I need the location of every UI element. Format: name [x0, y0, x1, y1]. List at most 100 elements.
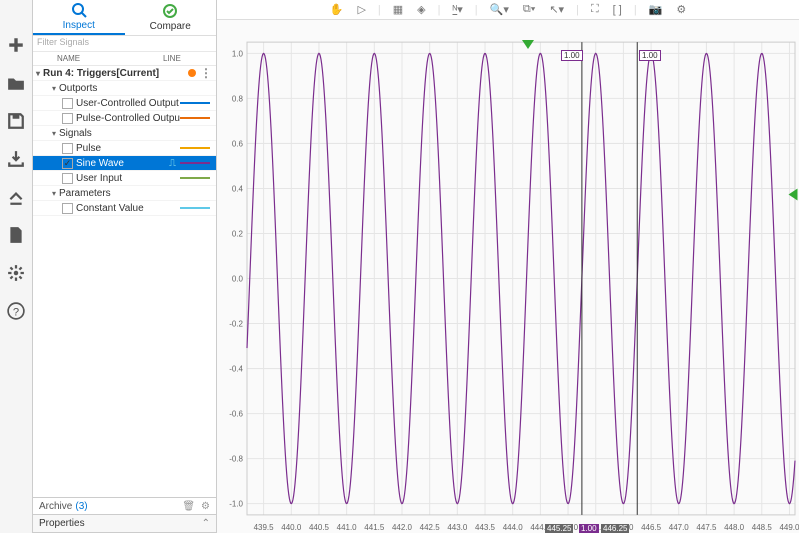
tab-label: Inspect — [63, 20, 95, 31]
svg-text:449.0: 449.0 — [779, 523, 799, 532]
cursor-icon[interactable]: ↖▾ — [547, 1, 566, 18]
line-swatch — [180, 207, 210, 209]
gear-icon[interactable]: ⚙ — [201, 501, 210, 512]
more-icon[interactable]: ⋮ — [200, 66, 212, 80]
signal-label: Constant Value — [76, 203, 180, 214]
trash-icon[interactable]: 🗑 — [182, 501, 195, 512]
filter-signals-input[interactable]: Filter Signals — [33, 36, 216, 52]
line-swatch — [180, 147, 210, 149]
svg-text:444.0: 444.0 — [503, 523, 524, 532]
signal-pulse[interactable]: Pulse — [33, 141, 216, 156]
save-icon[interactable] — [6, 111, 26, 131]
signal-user-out[interactable]: User-Controlled Output — [33, 96, 216, 111]
svg-text:442.5: 442.5 — [420, 523, 441, 532]
add-icon[interactable] — [6, 35, 26, 55]
checkbox[interactable] — [62, 143, 73, 154]
fit-icon[interactable]: [ ] — [611, 2, 624, 18]
region-icon[interactable]: ⧉▾ — [521, 1, 537, 18]
chart-svg: 439.5440.0440.5441.0441.5442.0442.5443.0… — [217, 20, 799, 533]
signal-label: Pulse — [76, 143, 180, 154]
svg-text:447.0: 447.0 — [669, 523, 690, 532]
signal-label: User Input — [76, 173, 180, 184]
signal-label: Pulse-Controlled Output — [76, 113, 180, 124]
group-outports[interactable]: ▾ Outports — [33, 81, 216, 96]
document-icon[interactable] — [6, 225, 26, 245]
svg-text:1.0: 1.0 — [232, 49, 244, 58]
signal-const[interactable]: Constant Value — [33, 201, 216, 216]
cursor-value-1: 1.00 — [561, 50, 583, 61]
snapshot-icon[interactable]: 📷 — [647, 1, 665, 18]
cursor-value-2: 1.00 — [639, 50, 661, 61]
svg-text:0.2: 0.2 — [232, 229, 244, 238]
svg-text:448.5: 448.5 — [752, 523, 773, 532]
checkbox[interactable] — [62, 203, 73, 214]
tab-inspect[interactable]: Inspect — [33, 0, 125, 35]
mode-tabs: Inspect Compare — [33, 0, 216, 36]
plot-area[interactable]: 439.5440.0440.5441.0441.5442.0442.5443.0… — [217, 20, 799, 533]
run-row[interactable]: ▾ Run 4: Triggers[Current] ⋮ — [33, 66, 216, 81]
play-icon[interactable]: ▷ — [355, 1, 367, 18]
left-toolbar: ? — [0, 0, 33, 533]
checkbox[interactable] — [62, 158, 73, 169]
signal-label: User-Controlled Output — [76, 98, 180, 109]
waveform-icon[interactable]: ᴺ▾ — [451, 1, 465, 18]
status-dot-icon — [188, 69, 196, 77]
svg-text:441.5: 441.5 — [364, 523, 385, 532]
cursor-marker-top[interactable] — [522, 40, 534, 49]
svg-text:443.5: 443.5 — [475, 523, 496, 532]
settings-icon[interactable] — [6, 263, 26, 283]
signal-type-icon: ⎍ — [169, 158, 176, 169]
line-swatch — [180, 162, 210, 164]
side-panel: Inspect Compare Filter Signals NAME LINE… — [33, 0, 217, 533]
main-area: ✋ ▷ | ▦ ◈ | ᴺ▾ | 🔍▾ ⧉▾ ↖▾ | ⛶ [ ] | 📷 ⚙ … — [217, 0, 799, 533]
svg-text:-0.8: -0.8 — [229, 455, 243, 464]
checkbox[interactable] — [62, 98, 73, 109]
collapse-icon[interactable]: ▾ — [49, 189, 59, 198]
svg-text:0.8: 0.8 — [232, 94, 244, 103]
checkbox[interactable] — [62, 113, 73, 124]
expand-icon[interactable]: ⛶ — [589, 1, 601, 18]
pan-icon[interactable]: ✋ — [328, 1, 346, 18]
collapse-icon[interactable]: ▾ — [49, 129, 59, 138]
column-headers: NAME LINE — [33, 52, 216, 66]
group-signals[interactable]: ▾ Signals — [33, 126, 216, 141]
svg-text:447.5: 447.5 — [696, 523, 717, 532]
signal-user-in[interactable]: User Input — [33, 171, 216, 186]
cursor-marker-right[interactable] — [789, 189, 798, 201]
signal-sine[interactable]: Sine Wave ⎍ — [33, 156, 216, 171]
signal-tree: ▾ Run 4: Triggers[Current] ⋮ ▾ Outports … — [33, 66, 216, 497]
import-icon[interactable] — [6, 149, 26, 169]
archive-section[interactable]: Archive (3) 🗑 ⚙ — [33, 497, 216, 515]
svg-text:0.6: 0.6 — [232, 139, 244, 148]
grid-icon[interactable]: ▦ — [391, 1, 405, 18]
group-parameters[interactable]: ▾ Parameters — [33, 186, 216, 201]
collapse-icon[interactable]: ▾ — [49, 84, 59, 93]
line-swatch — [180, 102, 210, 104]
line-swatch — [180, 177, 210, 179]
svg-text:439.5: 439.5 — [254, 523, 275, 532]
help-icon[interactable]: ? — [6, 301, 26, 321]
folder-icon[interactable] — [6, 73, 26, 93]
checkbox[interactable] — [62, 173, 73, 184]
collapse-icon[interactable]: ▾ — [33, 69, 43, 78]
svg-text:0.4: 0.4 — [232, 184, 244, 193]
svg-text:446.5: 446.5 — [641, 523, 662, 532]
svg-text:-0.2: -0.2 — [229, 320, 243, 329]
group-label: Parameters — [59, 188, 216, 199]
properties-label: Properties — [39, 518, 85, 529]
signal-label: Sine Wave — [76, 158, 169, 169]
clear-icon[interactable]: ◈ — [415, 1, 427, 18]
chevron-up-icon[interactable]: ⌃ — [202, 518, 210, 529]
svg-text:441.0: 441.0 — [337, 523, 358, 532]
signal-pulse-out[interactable]: Pulse-Controlled Output — [33, 111, 216, 126]
tab-compare[interactable]: Compare — [125, 0, 217, 35]
archive-actions: 🗑 ⚙ — [182, 501, 210, 512]
svg-text:-0.4: -0.4 — [229, 365, 243, 374]
line-swatch — [180, 117, 210, 119]
export-icon[interactable] — [6, 187, 26, 207]
plot-settings-icon[interactable]: ⚙ — [674, 1, 688, 18]
properties-section[interactable]: Properties ⌃ — [33, 515, 216, 533]
zoom-icon[interactable]: 🔍▾ — [488, 1, 511, 18]
svg-text:-0.6: -0.6 — [229, 410, 243, 419]
svg-text:?: ? — [13, 307, 19, 319]
